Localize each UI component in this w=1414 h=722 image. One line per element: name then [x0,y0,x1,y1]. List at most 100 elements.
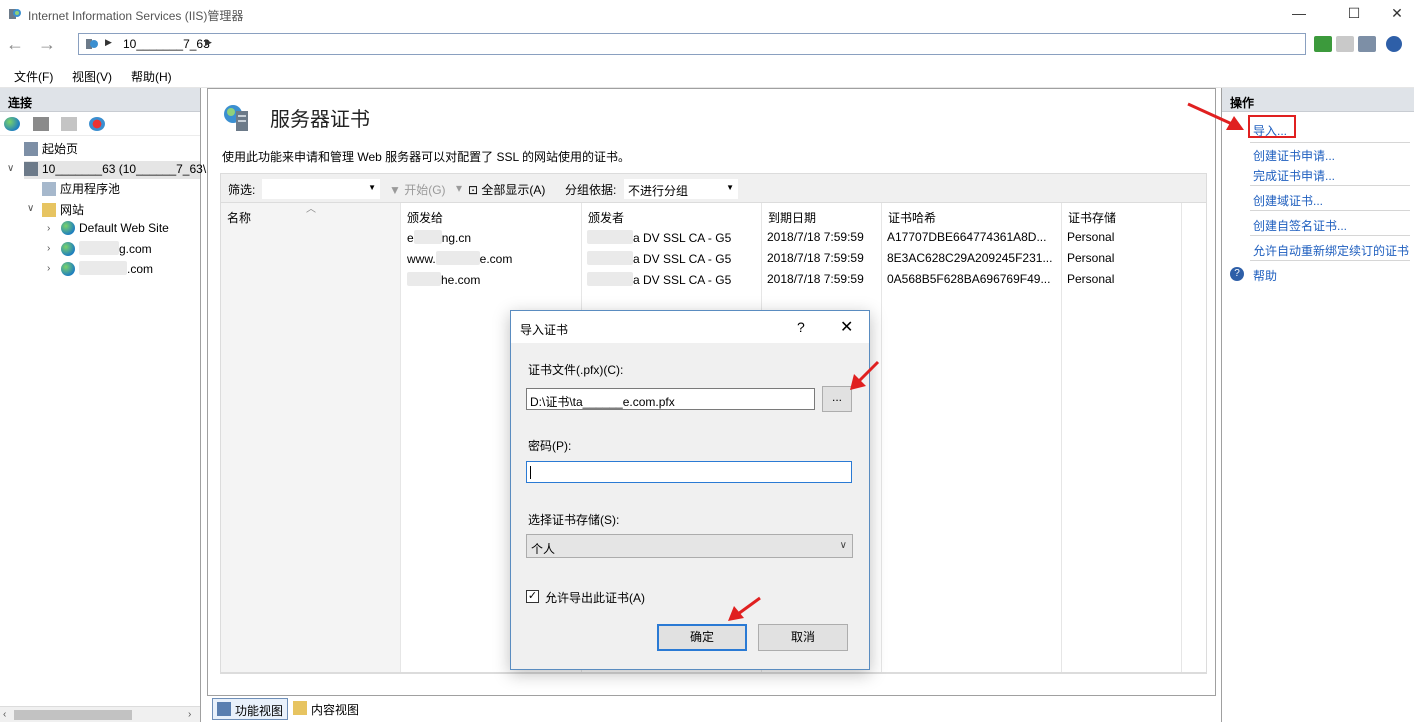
tree-site-3[interactable]: .com [61,261,153,276]
action-create-self-signed[interactable]: 创建自签名证书... [1253,217,1347,234]
action-create-domain-cert[interactable]: 创建域证书... [1253,192,1323,209]
divider [220,673,1207,674]
cell-store[interactable]: Personal [1067,230,1114,244]
help-icon[interactable] [1386,36,1402,52]
column-header-issued-to[interactable]: 颁发给 [407,209,443,226]
connections-toolbar [0,112,200,136]
chevron-down-icon[interactable]: ∨ [840,540,847,551]
redacted-text [79,241,119,255]
tree-sites[interactable]: 网站 [42,201,84,218]
cell-issued-to[interactable]: he.com [407,272,480,287]
minimize-button[interactable]: — [1276,0,1322,28]
start-filter-label: 开始(G) [404,183,446,197]
column-header-expiry[interactable]: 到期日期 [768,209,816,226]
cell-expiry[interactable]: 2018/7/18 7:59:59 [767,272,864,286]
action-help[interactable]: 帮助 [1253,267,1277,284]
tree-site-2[interactable]: g.com [61,241,152,256]
breadcrumb-server[interactable]: 10_______7_63 [123,37,210,51]
save-icon[interactable] [33,117,49,131]
cell-store[interactable]: Personal [1067,251,1114,265]
show-all-button[interactable]: ⊡ 全部显示(A) [468,181,545,198]
dropdown-arrow-icon[interactable]: ▼ [368,183,376,192]
horizontal-scrollbar[interactable]: ‹ › [0,706,200,722]
tree-sites-label: 网站 [60,203,85,217]
dialog-close-button[interactable]: ✕ [840,317,853,337]
cell-store[interactable]: Personal [1067,272,1114,286]
allow-export-label[interactable]: 允许导出此证书(A) [545,589,645,606]
divider [1250,185,1410,186]
dialog-help-button[interactable]: ? [797,319,805,335]
breadcrumb-arrow-icon[interactable]: ▶ [205,37,212,48]
annotation-arrow-icon [728,596,761,621]
forward-button[interactable]: → [36,34,58,56]
menu-view[interactable]: 视图(V) [72,68,112,85]
scrollbar-thumb[interactable] [14,710,132,720]
scroll-left-icon[interactable]: ‹ [3,709,6,720]
show-all-label: 全部显示(A) [481,183,546,197]
issued-to-suffix: ng.cn [441,231,472,245]
connect-icon[interactable] [4,117,20,131]
cell-issuer[interactable]: a DV SSL CA - G5 [587,251,731,266]
tree-server[interactable]: 10_______63 (10______7_63\ [24,161,206,179]
chevron-right-icon[interactable]: › [47,243,50,254]
cell-expiry[interactable]: 2018/7/18 7:59:59 [767,251,864,265]
cancel-button[interactable]: 取消 [758,624,848,651]
chevron-right-icon[interactable]: › [47,223,50,234]
chevron-down-icon[interactable]: ∨ [7,163,14,174]
iis-app-icon [9,9,21,19]
issuer-suffix: a DV SSL CA - G5 [633,252,732,266]
menu-help[interactable]: 帮助(H) [131,68,172,85]
password-input[interactable] [526,461,852,483]
tab-features-view[interactable]: 功能视图 [212,698,289,720]
column-header-hash[interactable]: 证书哈希 [888,209,936,226]
back-button[interactable]: ← [4,34,26,56]
home-icon[interactable] [1358,36,1376,52]
cell-issued-to[interactable]: www. e.com [407,251,512,266]
action-create-request[interactable]: 创建证书申请... [1253,147,1335,164]
refresh-icon[interactable] [1314,36,1332,52]
cell-issuer[interactable]: a DV SSL CA - G5 [587,272,731,287]
stop-icon[interactable] [1336,36,1354,52]
disconnect-icon[interactable] [89,117,105,131]
ok-button[interactable]: 确定 [657,624,747,651]
up-icon[interactable] [61,117,77,131]
divider [1250,142,1410,143]
maximize-button[interactable]: ☐ [1331,0,1377,28]
cell-expiry[interactable]: 2018/7/18 7:59:59 [767,230,864,244]
certificate-file-input[interactable]: D:\证书\ta______e.com.pfx [526,388,815,410]
cell-hash[interactable]: 8E3AC628C29A209245F231... [887,251,1052,265]
filter-label: 筛选: [228,183,256,197]
scroll-right-icon[interactable]: › [188,709,191,720]
column-header-store[interactable]: 证书存储 [1068,209,1116,226]
globe-icon [61,221,75,235]
certificate-store-select[interactable]: 个人 ∨ [526,534,853,558]
cell-hash[interactable]: 0A568B5F628BA696769F49... [887,272,1050,286]
cell-issued-to[interactable]: e ng.cn [407,230,471,245]
annotation-arrow-icon [850,360,880,390]
cell-issuer[interactable]: a DV SSL CA - G5 [587,230,731,245]
tree-server-label: 10_______63 (10______7_63\ [42,162,207,176]
column-header-name[interactable]: 名称 [227,209,251,226]
close-window-button[interactable]: ✕ [1374,0,1414,28]
help-icon[interactable]: ? [1230,267,1244,281]
tab-content-view[interactable]: 内容视图 [289,698,363,720]
tree-start-page[interactable]: 起始页 [24,140,78,157]
filter-toolbar: 筛选: ▼ ▼ 开始(G) ▾ ⊡ 全部显示(A) 分组依据: 不进行分组 ▼ [220,173,1207,203]
group-by-select[interactable]: 不进行分组 ▼ [623,178,739,200]
action-complete-request[interactable]: 完成证书申请... [1253,167,1335,184]
tree-site-default[interactable]: Default Web Site [61,221,169,235]
menu-file[interactable]: 文件(F) [14,68,53,85]
allow-export-checkbox[interactable]: ✓ [526,590,539,603]
column-header-issuer[interactable]: 颁发者 [588,209,624,226]
dropdown-arrow-icon[interactable]: ▼ [726,183,734,192]
action-import[interactable]: 导入... [1253,122,1287,139]
address-field[interactable]: ▶ 10_______7_63 ▶ [78,33,1306,55]
action-auto-rebind[interactable]: 允许自动重新绑定续订的证书 [1253,242,1409,259]
issued-to-prefix: www. [407,252,436,266]
chevron-right-icon[interactable]: › [47,263,50,274]
chevron-down-icon[interactable]: ∨ [27,203,34,214]
cell-hash[interactable]: A17707DBE664774361A8D... [887,230,1046,244]
tree-app-pools[interactable]: 应用程序池 [42,180,120,197]
divider [1250,260,1410,261]
filter-input[interactable]: ▼ [261,178,381,200]
